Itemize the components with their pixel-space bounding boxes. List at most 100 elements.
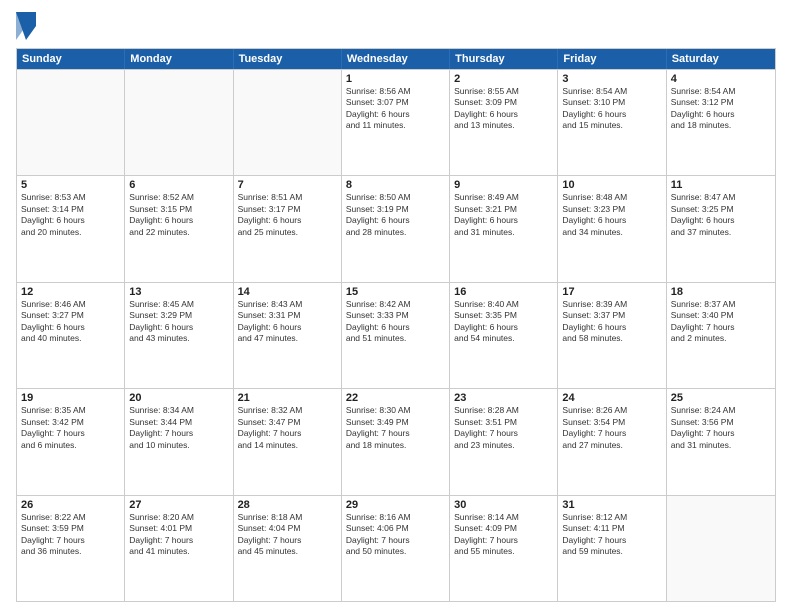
header	[16, 12, 776, 40]
day-info: Sunrise: 8:51 AM Sunset: 3:17 PM Dayligh…	[238, 192, 337, 238]
day-number: 29	[346, 499, 445, 511]
day-number: 14	[238, 286, 337, 298]
day-number: 10	[562, 179, 661, 191]
day-number: 6	[129, 179, 228, 191]
day-number: 2	[454, 73, 553, 85]
day-number: 22	[346, 392, 445, 404]
logo-icon	[16, 12, 36, 40]
cal-cell-27: 27Sunrise: 8:20 AM Sunset: 4:01 PM Dayli…	[125, 496, 233, 601]
cal-cell-4: 4Sunrise: 8:54 AM Sunset: 3:12 PM Daylig…	[667, 70, 775, 175]
cal-cell-10: 10Sunrise: 8:48 AM Sunset: 3:23 PM Dayli…	[558, 176, 666, 281]
cal-cell-29: 29Sunrise: 8:16 AM Sunset: 4:06 PM Dayli…	[342, 496, 450, 601]
day-info: Sunrise: 8:49 AM Sunset: 3:21 PM Dayligh…	[454, 192, 553, 238]
cal-cell-5: 5Sunrise: 8:53 AM Sunset: 3:14 PM Daylig…	[17, 176, 125, 281]
day-info: Sunrise: 8:55 AM Sunset: 3:09 PM Dayligh…	[454, 86, 553, 132]
day-info: Sunrise: 8:16 AM Sunset: 4:06 PM Dayligh…	[346, 512, 445, 558]
cal-cell-3: 3Sunrise: 8:54 AM Sunset: 3:10 PM Daylig…	[558, 70, 666, 175]
day-number: 21	[238, 392, 337, 404]
week-row-5: 26Sunrise: 8:22 AM Sunset: 3:59 PM Dayli…	[17, 495, 775, 601]
day-info: Sunrise: 8:12 AM Sunset: 4:11 PM Dayligh…	[562, 512, 661, 558]
cal-cell-30: 30Sunrise: 8:14 AM Sunset: 4:09 PM Dayli…	[450, 496, 558, 601]
cal-cell-9: 9Sunrise: 8:49 AM Sunset: 3:21 PM Daylig…	[450, 176, 558, 281]
day-number: 30	[454, 499, 553, 511]
calendar: SundayMondayTuesdayWednesdayThursdayFrid…	[16, 48, 776, 602]
cal-cell-26: 26Sunrise: 8:22 AM Sunset: 3:59 PM Dayli…	[17, 496, 125, 601]
day-info: Sunrise: 8:20 AM Sunset: 4:01 PM Dayligh…	[129, 512, 228, 558]
header-cell-friday: Friday	[558, 49, 666, 69]
week-row-1: 1Sunrise: 8:56 AM Sunset: 3:07 PM Daylig…	[17, 69, 775, 175]
day-info: Sunrise: 8:24 AM Sunset: 3:56 PM Dayligh…	[671, 405, 771, 451]
day-info: Sunrise: 8:14 AM Sunset: 4:09 PM Dayligh…	[454, 512, 553, 558]
header-cell-monday: Monday	[125, 49, 233, 69]
day-number: 26	[21, 499, 120, 511]
cal-cell-1: 1Sunrise: 8:56 AM Sunset: 3:07 PM Daylig…	[342, 70, 450, 175]
day-info: Sunrise: 8:30 AM Sunset: 3:49 PM Dayligh…	[346, 405, 445, 451]
day-info: Sunrise: 8:28 AM Sunset: 3:51 PM Dayligh…	[454, 405, 553, 451]
cal-cell-11: 11Sunrise: 8:47 AM Sunset: 3:25 PM Dayli…	[667, 176, 775, 281]
cal-cell-7: 7Sunrise: 8:51 AM Sunset: 3:17 PM Daylig…	[234, 176, 342, 281]
day-info: Sunrise: 8:43 AM Sunset: 3:31 PM Dayligh…	[238, 299, 337, 345]
cal-cell-24: 24Sunrise: 8:26 AM Sunset: 3:54 PM Dayli…	[558, 389, 666, 494]
day-info: Sunrise: 8:39 AM Sunset: 3:37 PM Dayligh…	[562, 299, 661, 345]
logo	[16, 12, 38, 40]
day-info: Sunrise: 8:42 AM Sunset: 3:33 PM Dayligh…	[346, 299, 445, 345]
day-number: 23	[454, 392, 553, 404]
cal-cell-20: 20Sunrise: 8:34 AM Sunset: 3:44 PM Dayli…	[125, 389, 233, 494]
day-number: 11	[671, 179, 771, 191]
cal-cell-25: 25Sunrise: 8:24 AM Sunset: 3:56 PM Dayli…	[667, 389, 775, 494]
day-number: 17	[562, 286, 661, 298]
day-info: Sunrise: 8:56 AM Sunset: 3:07 PM Dayligh…	[346, 86, 445, 132]
week-row-4: 19Sunrise: 8:35 AM Sunset: 3:42 PM Dayli…	[17, 388, 775, 494]
cal-cell-empty-2	[234, 70, 342, 175]
day-info: Sunrise: 8:45 AM Sunset: 3:29 PM Dayligh…	[129, 299, 228, 345]
day-info: Sunrise: 8:37 AM Sunset: 3:40 PM Dayligh…	[671, 299, 771, 345]
header-cell-thursday: Thursday	[450, 49, 558, 69]
cal-cell-6: 6Sunrise: 8:52 AM Sunset: 3:15 PM Daylig…	[125, 176, 233, 281]
day-info: Sunrise: 8:50 AM Sunset: 3:19 PM Dayligh…	[346, 192, 445, 238]
day-number: 27	[129, 499, 228, 511]
day-number: 16	[454, 286, 553, 298]
cal-cell-empty-1	[125, 70, 233, 175]
day-info: Sunrise: 8:22 AM Sunset: 3:59 PM Dayligh…	[21, 512, 120, 558]
cal-cell-empty-6	[667, 496, 775, 601]
calendar-body: 1Sunrise: 8:56 AM Sunset: 3:07 PM Daylig…	[17, 69, 775, 601]
day-info: Sunrise: 8:35 AM Sunset: 3:42 PM Dayligh…	[21, 405, 120, 451]
week-row-2: 5Sunrise: 8:53 AM Sunset: 3:14 PM Daylig…	[17, 175, 775, 281]
cal-cell-21: 21Sunrise: 8:32 AM Sunset: 3:47 PM Dayli…	[234, 389, 342, 494]
cal-cell-16: 16Sunrise: 8:40 AM Sunset: 3:35 PM Dayli…	[450, 283, 558, 388]
cal-cell-31: 31Sunrise: 8:12 AM Sunset: 4:11 PM Dayli…	[558, 496, 666, 601]
day-number: 8	[346, 179, 445, 191]
day-number: 20	[129, 392, 228, 404]
week-row-3: 12Sunrise: 8:46 AM Sunset: 3:27 PM Dayli…	[17, 282, 775, 388]
cal-cell-13: 13Sunrise: 8:45 AM Sunset: 3:29 PM Dayli…	[125, 283, 233, 388]
cal-cell-17: 17Sunrise: 8:39 AM Sunset: 3:37 PM Dayli…	[558, 283, 666, 388]
page: SundayMondayTuesdayWednesdayThursdayFrid…	[0, 0, 792, 612]
header-cell-tuesday: Tuesday	[234, 49, 342, 69]
day-number: 28	[238, 499, 337, 511]
day-number: 31	[562, 499, 661, 511]
day-number: 25	[671, 392, 771, 404]
cal-cell-22: 22Sunrise: 8:30 AM Sunset: 3:49 PM Dayli…	[342, 389, 450, 494]
header-cell-sunday: Sunday	[17, 49, 125, 69]
day-number: 1	[346, 73, 445, 85]
day-number: 24	[562, 392, 661, 404]
cal-cell-2: 2Sunrise: 8:55 AM Sunset: 3:09 PM Daylig…	[450, 70, 558, 175]
day-number: 15	[346, 286, 445, 298]
cal-cell-14: 14Sunrise: 8:43 AM Sunset: 3:31 PM Dayli…	[234, 283, 342, 388]
day-number: 5	[21, 179, 120, 191]
day-number: 19	[21, 392, 120, 404]
day-number: 13	[129, 286, 228, 298]
day-info: Sunrise: 8:53 AM Sunset: 3:14 PM Dayligh…	[21, 192, 120, 238]
day-number: 9	[454, 179, 553, 191]
header-cell-saturday: Saturday	[667, 49, 775, 69]
cal-cell-23: 23Sunrise: 8:28 AM Sunset: 3:51 PM Dayli…	[450, 389, 558, 494]
calendar-header-row: SundayMondayTuesdayWednesdayThursdayFrid…	[17, 49, 775, 69]
day-info: Sunrise: 8:54 AM Sunset: 3:10 PM Dayligh…	[562, 86, 661, 132]
day-info: Sunrise: 8:18 AM Sunset: 4:04 PM Dayligh…	[238, 512, 337, 558]
day-info: Sunrise: 8:48 AM Sunset: 3:23 PM Dayligh…	[562, 192, 661, 238]
day-info: Sunrise: 8:26 AM Sunset: 3:54 PM Dayligh…	[562, 405, 661, 451]
day-info: Sunrise: 8:34 AM Sunset: 3:44 PM Dayligh…	[129, 405, 228, 451]
day-number: 3	[562, 73, 661, 85]
day-info: Sunrise: 8:46 AM Sunset: 3:27 PM Dayligh…	[21, 299, 120, 345]
cal-cell-8: 8Sunrise: 8:50 AM Sunset: 3:19 PM Daylig…	[342, 176, 450, 281]
